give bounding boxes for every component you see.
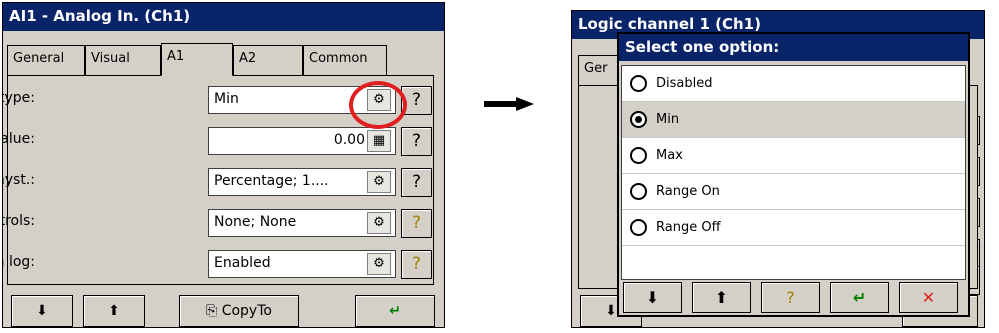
option-disabled[interactable]: Disabled [622, 66, 965, 102]
close-icon: ✕ [921, 288, 936, 307]
enter-icon: ↵ [389, 303, 401, 319]
radio-icon [630, 219, 647, 236]
radio-icon [630, 75, 647, 92]
up-arrow-icon: ⬆ [108, 303, 120, 319]
close-button[interactable]: ✕ [899, 282, 958, 313]
option-label: Range On [656, 184, 720, 199]
tab-visual[interactable]: Visual [85, 45, 161, 75]
copy-icon: ⎘ [206, 303, 218, 319]
alarm-controls-row: Alarm controls: None; None ⚙ ? [3, 209, 433, 238]
option-label: Max [656, 148, 683, 163]
ok-button[interactable]: ↵ [830, 282, 889, 313]
tab-a1[interactable]: A1 [161, 43, 233, 76]
enter-icon: ↵ [852, 288, 867, 307]
tab-common[interactable]: Common [303, 45, 387, 75]
scroll-up-button[interactable]: ⬆ [692, 282, 751, 313]
down-arrow-icon: ⬇ [605, 303, 617, 319]
alarm-value-label: Alarm value: [3, 131, 35, 147]
dialog-title: Select one option: [619, 34, 968, 61]
left-window: AI1 - Analog In. (Ch1) General Visual A1… [2, 2, 445, 328]
option-list: Disabled Min Max Range On Range Off [621, 65, 966, 280]
alarm-log-row: Alarm log: Enabled ⚙ ? [3, 250, 433, 279]
settings-icon[interactable]: ⚙ [367, 212, 391, 234]
help-icon: ? [786, 288, 795, 307]
radio-icon [630, 147, 647, 164]
option-label: Range Off [656, 220, 721, 235]
alarm-hyst-label: Alarm hyst.: [3, 172, 35, 188]
option-label: Min [656, 112, 680, 127]
scroll-down-button[interactable]: ⬇ [623, 282, 682, 313]
alarm-log-label: Alarm log: [3, 254, 35, 270]
down-arrow-icon: ⬇ [645, 288, 660, 307]
radio-icon [630, 183, 647, 200]
copy-to-button[interactable]: ⎘ CopyTo [179, 295, 299, 327]
select-option-dialog: Select one option: Disabled Min Max Rang… [617, 32, 970, 317]
tab-general[interactable]: General [7, 45, 85, 75]
alarm-value-row: Alarm value: 0.00 ▦ ? [3, 127, 433, 156]
option-range-on[interactable]: Range On [622, 174, 965, 210]
down-arrow-icon: ⬇ [36, 303, 48, 319]
help-icon[interactable]: ? [401, 250, 432, 279]
alarm-hyst-row: Alarm hyst.: Percentage; 1.... ⚙ ? [3, 168, 433, 197]
option-min[interactable]: Min [622, 102, 965, 138]
alarm-controls-label: Alarm controls: [3, 213, 35, 229]
copy-to-label: CopyTo [221, 303, 272, 319]
alarm-type-label: Alarm type: [2, 90, 35, 106]
help-button[interactable]: ? [761, 282, 820, 313]
option-max[interactable]: Max [622, 138, 965, 174]
left-window-title: AI1 - Analog In. (Ch1) [3, 3, 444, 31]
enter-button[interactable]: ↵ [355, 295, 435, 327]
highlight-circle [349, 81, 407, 129]
right-arrow-icon [484, 97, 534, 111]
option-range-off[interactable]: Range Off [622, 210, 965, 246]
settings-icon[interactable]: ⚙ [367, 171, 391, 193]
previous-page-button[interactable]: ⬆ [83, 295, 145, 327]
next-page-button[interactable]: ⬇ [11, 295, 73, 327]
radio-selected-icon [630, 111, 647, 128]
tab-a2[interactable]: A2 [233, 45, 303, 75]
help-icon[interactable]: ? [401, 127, 432, 156]
help-icon[interactable]: ? [401, 209, 432, 238]
help-icon[interactable]: ? [401, 168, 432, 197]
up-arrow-icon: ⬆ [714, 288, 729, 307]
calculator-icon[interactable]: ▦ [367, 130, 391, 152]
settings-icon[interactable]: ⚙ [367, 253, 391, 275]
option-label: Disabled [656, 76, 713, 91]
